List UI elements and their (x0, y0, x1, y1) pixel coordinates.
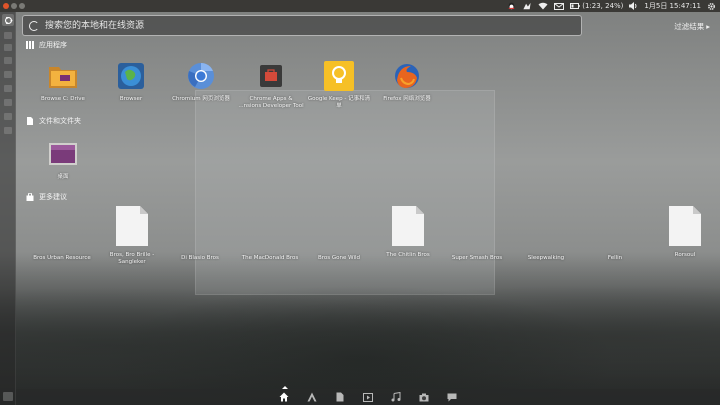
suggestion-label: The Chitlin Bros (386, 252, 430, 258)
music-lens-icon[interactable] (390, 391, 402, 403)
applications-lens-icon[interactable] (306, 391, 318, 403)
suggestion-label: The MacDonald Bros (241, 255, 299, 261)
app-tile-label: Firefox 网络浏览器 (383, 96, 431, 102)
video-lens-icon[interactable] (362, 391, 374, 403)
app-tile-google-keep[interactable]: Google Keep - 记事和清 单 (306, 61, 372, 109)
launcher-app-icon[interactable] (4, 71, 12, 78)
dash-home-button[interactable] (2, 14, 14, 26)
suggestion-label: Bros, Bro Brille - Sangleker (109, 252, 155, 265)
close-window-button[interactable] (3, 3, 9, 9)
suggestion-label: Rorsoul (674, 252, 696, 258)
trash-icon[interactable] (3, 392, 13, 401)
suggestion-label: Di Blasio Bros (181, 255, 219, 261)
suggestion-tile[interactable]: Rorsoul (652, 206, 718, 259)
app-tile-browse-c-drive[interactable]: Browse C: Drive (30, 61, 96, 103)
suggestion-tile[interactable]: Bros Urban Resource (29, 249, 95, 262)
files-category-title: 文件和文件夹 (39, 117, 81, 125)
lens-bar (16, 389, 720, 405)
launcher-app-icon[interactable] (4, 32, 12, 39)
chromium-icon (186, 61, 216, 91)
files-category-header[interactable]: 文件和文件夹 (26, 116, 81, 126)
file-tile-label: 桌面 (57, 174, 69, 180)
globe-icon (116, 61, 146, 91)
minimize-window-button[interactable] (11, 3, 17, 9)
filter-results-button[interactable]: 过滤结果 ▸ (674, 21, 710, 32)
launcher-app-icon[interactable] (4, 113, 12, 120)
suggestion-label: Bros Gone Wild (317, 255, 360, 261)
suggestion-tile[interactable]: Sleepwalking (513, 249, 579, 262)
toolbox-icon (256, 61, 286, 91)
apps-category-icon (26, 41, 34, 49)
app-tile-chrome-apps-dev-tool[interactable]: Chrome Apps & ...nsions Developer Tool (238, 61, 304, 109)
launcher-app-icon[interactable] (4, 85, 12, 92)
battery-indicator[interactable]: (1:23, 24%) (570, 0, 623, 12)
launcher-app-icon[interactable] (4, 57, 12, 64)
suggestion-label: Bros Urban Resource (33, 255, 91, 261)
battery-text: (1:23, 24%) (582, 2, 624, 10)
gear-icon[interactable] (707, 0, 716, 12)
mail-icon[interactable] (554, 0, 565, 12)
desktop-folder-icon (48, 139, 78, 169)
app-tile-label: Chromium 网页浏览器 (172, 96, 230, 102)
app-tile-firefox[interactable]: Firefox 网络浏览器 (374, 61, 440, 103)
document-icon (116, 206, 148, 246)
app-tile-label: Google Keep - 记事和清 单 (307, 96, 371, 109)
app-tile-browser[interactable]: Browser (98, 61, 164, 103)
suggestion-label: Super Smash Bros (451, 255, 503, 261)
dash: 过滤结果▸ 应用程序 Browse C: Drive Browser Chrom… (16, 12, 720, 405)
suggestion-tile[interactable]: The Chitlin Bros (375, 206, 441, 259)
home-lens-icon[interactable] (278, 391, 290, 403)
suggestion-label: Sleepwalking (527, 255, 565, 261)
file-tile-desktop[interactable]: 桌面 (30, 139, 96, 181)
maximize-window-button[interactable] (19, 3, 25, 9)
clock[interactable]: 1月5日 15:47:11 (644, 0, 701, 12)
suggestion-tile[interactable]: Fellin (582, 249, 648, 262)
bulb-icon (324, 61, 354, 91)
notification-bird-icon[interactable] (522, 0, 532, 12)
search-input[interactable] (45, 16, 581, 35)
app-tile-label: Browser (119, 96, 143, 102)
filter-results-label: 过滤结果 (674, 22, 705, 31)
suggestion-tile[interactable]: Di Blasio Bros (167, 249, 233, 262)
suggestion-label: Fellin (607, 255, 623, 261)
app-tile-label: Chrome Apps & ...nsions Developer Tool (238, 96, 304, 109)
apps-category-title: 应用程序 (39, 41, 67, 49)
suggestions-category-title: 更多建议 (39, 193, 67, 201)
photos-lens-icon[interactable] (418, 391, 430, 403)
folder-icon (48, 61, 78, 91)
chevron-right-icon: ▸ (706, 22, 710, 31)
suggestion-tile[interactable]: The MacDonald Bros (237, 249, 303, 262)
launcher-app-icon[interactable] (4, 44, 12, 51)
ubuntu-logo-icon (4, 16, 12, 24)
suggestions-category-header[interactable]: 更多建议 (26, 192, 67, 202)
launcher-app-icon[interactable] (4, 99, 12, 106)
app-tile-label: Browse C: Drive (41, 96, 85, 102)
top-panel: (1:23, 24%) 1月5日 15:47:11 (0, 0, 720, 12)
app-tile-chromium[interactable]: Chromium 网页浏览器 (168, 61, 234, 103)
launcher-app-icon[interactable] (4, 127, 12, 134)
indicator-area: (1:23, 24%) 1月5日 15:47:11 (507, 0, 716, 12)
battery-icon (570, 3, 580, 9)
qq-icon[interactable] (507, 0, 516, 12)
search-bar[interactable] (22, 15, 582, 36)
document-icon (392, 206, 424, 246)
launcher (0, 12, 16, 405)
suggestion-tile[interactable]: Bros, Bro Brille - Sangleker (99, 206, 165, 265)
firefox-icon (392, 61, 422, 91)
suggestion-tile[interactable]: Super Smash Bros (444, 249, 510, 262)
files-lens-icon[interactable] (334, 391, 346, 403)
document-icon (669, 206, 701, 246)
file-category-icon (27, 117, 33, 125)
suggestion-tile[interactable]: Bros Gone Wild (306, 249, 372, 262)
apps-category-header[interactable]: 应用程序 (26, 40, 67, 50)
wifi-icon[interactable] (538, 0, 548, 12)
shopping-bag-icon (26, 193, 34, 201)
volume-icon[interactable] (629, 0, 638, 12)
window-controls (3, 3, 25, 9)
social-lens-icon[interactable] (446, 391, 458, 403)
search-spinner-icon (29, 20, 39, 31)
